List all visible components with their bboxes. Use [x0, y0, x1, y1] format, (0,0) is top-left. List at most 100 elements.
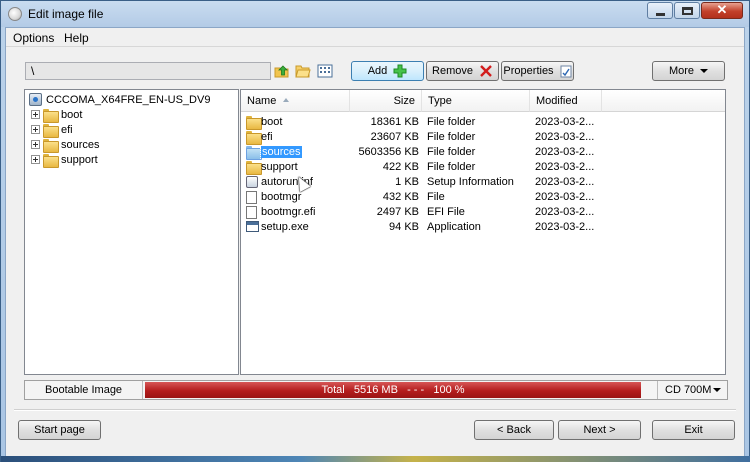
remove-button[interactable]: Remove [426, 61, 499, 81]
file-size: 422 KB [382, 161, 419, 173]
column-type-label: Type [428, 95, 452, 107]
setup-file-icon [246, 176, 258, 188]
file-size: 5603356 KB [358, 146, 419, 158]
file-name: bootmgr.efi [261, 206, 316, 218]
file-icon [246, 191, 257, 204]
tree-item-label: sources [61, 138, 100, 151]
desktop-background [1, 456, 750, 462]
add-button[interactable]: Add [351, 61, 424, 81]
file-name: sources [260, 145, 303, 159]
file-list[interactable]: Name Size Type Modified boot 18361 KB Fi… [240, 89, 726, 375]
column-name-label: Name [247, 95, 277, 107]
disc-image-icon [29, 93, 42, 106]
back-label: < Back [497, 424, 531, 436]
window-controls: ✕ [646, 2, 743, 19]
next-button[interactable]: Next > [558, 420, 641, 440]
file-row[interactable]: bootmgr.efi 2497 KB EFI File 2023-03-2..… [241, 205, 725, 220]
title-bar[interactable]: Edit image file ✕ [1, 1, 749, 27]
tree-item-sources[interactable]: sources [31, 137, 100, 153]
file-size: 94 KB [389, 221, 419, 233]
file-name: bootmgr [261, 191, 302, 203]
next-label: Next > [583, 424, 616, 436]
path-field[interactable] [25, 62, 271, 80]
window-title: Edit image file [28, 7, 104, 21]
file-type: Setup Information [427, 176, 514, 188]
file-name: setup.exe [261, 221, 309, 233]
tree-root-label: CCCOMA_X64FRE_EN-US_DV9 [46, 93, 211, 106]
column-header-name[interactable]: Name [241, 90, 350, 112]
expand-icon[interactable] [31, 140, 40, 149]
column-size-label: Size [393, 95, 415, 107]
plus-icon [393, 64, 407, 78]
file-size: 432 KB [382, 191, 419, 203]
folder-icon [43, 123, 59, 138]
bootable-image-toggle[interactable]: Bootable Image [25, 381, 143, 399]
file-type: File [427, 191, 445, 203]
column-header-type[interactable]: Type [422, 90, 530, 112]
file-row[interactable]: boot 18361 KB File folder 2023-03-2... [241, 115, 725, 130]
view-details-icon[interactable] [317, 63, 333, 79]
more-button-label: More [668, 65, 695, 77]
expand-icon[interactable] [31, 155, 40, 164]
open-folder-icon[interactable] [295, 63, 311, 79]
add-button-label: Add [367, 65, 388, 77]
column-modified-label: Modified [536, 95, 578, 107]
folder-up-icon[interactable] [274, 63, 290, 79]
file-modified: 2023-03-2... [535, 131, 595, 143]
progress-text: Total 5516 MB - - - 100 % [321, 384, 465, 396]
file-row[interactable]: efi 23607 KB File folder 2023-03-2... [241, 130, 725, 145]
file-modified: 2023-03-2... [535, 176, 595, 188]
media-size-select[interactable]: CD 700M [657, 381, 727, 399]
close-icon: ✕ [716, 2, 728, 17]
remove-button-label: Remove [432, 65, 473, 77]
edit-image-window: Edit image file ✕ Options Help Add [0, 0, 750, 462]
application-icon [246, 221, 259, 232]
tree-item-support[interactable]: support [31, 152, 98, 168]
menu-options[interactable]: Options [13, 31, 54, 45]
file-row[interactable]: setup.exe 94 KB Application 2023-03-2... [241, 220, 725, 235]
tree-item-label: support [61, 153, 98, 166]
more-button[interactable]: More [652, 61, 725, 81]
media-size-value: CD 700M [665, 384, 712, 396]
folder-tree[interactable]: CCCOMA_X64FRE_EN-US_DV9 boot efi sources [24, 89, 239, 375]
file-type: File folder [427, 116, 476, 128]
size-progress-bar: Total 5516 MB - - - 100 % [145, 382, 641, 398]
close-button[interactable]: ✕ [701, 2, 743, 19]
file-row[interactable]: autorun.inf 1 KB Setup Information 2023-… [241, 175, 725, 190]
exit-button[interactable]: Exit [652, 420, 735, 440]
start-page-label: Start page [34, 424, 85, 436]
minimize-button[interactable] [647, 2, 673, 19]
dropdown-arrow-icon [700, 69, 709, 73]
file-modified: 2023-03-2... [535, 146, 595, 158]
expand-icon[interactable] [31, 125, 40, 134]
start-page-button[interactable]: Start page [18, 420, 101, 440]
properties-button-label: Properties [503, 65, 554, 77]
window-client-area: Options Help Add Remove [5, 27, 745, 459]
file-row[interactable]: support 422 KB File folder 2023-03-2... [241, 160, 725, 175]
maximize-button[interactable] [674, 2, 700, 19]
file-name: support [261, 161, 298, 173]
folder-icon [246, 161, 262, 175]
column-header-modified[interactable]: Modified [530, 90, 602, 112]
file-type: File folder [427, 146, 476, 158]
folder-icon [246, 146, 262, 160]
tree-item-boot[interactable]: boot [31, 107, 83, 123]
file-row-selected[interactable]: sources 5603356 KB File folder 2023-03-2… [241, 145, 725, 160]
tree-item-efi[interactable]: efi [31, 122, 73, 138]
file-row[interactable]: bootmgr 432 KB File 2023-03-2... [241, 190, 725, 205]
red-x-icon [480, 65, 492, 77]
file-size: 2497 KB [376, 206, 419, 218]
folder-icon [43, 138, 59, 153]
column-header-size[interactable]: Size [350, 90, 422, 112]
tree-item-label: boot [61, 108, 83, 121]
tree-root[interactable]: CCCOMA_X64FRE_EN-US_DV9 [29, 92, 210, 107]
dropdown-arrow-icon [713, 388, 721, 392]
back-button[interactable]: < Back [474, 420, 554, 440]
file-modified: 2023-03-2... [535, 116, 595, 128]
file-type: File folder [427, 131, 476, 143]
file-modified: 2023-03-2... [535, 221, 595, 233]
menu-help[interactable]: Help [64, 31, 89, 45]
expand-icon[interactable] [31, 110, 40, 119]
file-size: 1 KB [395, 176, 419, 188]
properties-button[interactable]: Properties [501, 61, 574, 81]
